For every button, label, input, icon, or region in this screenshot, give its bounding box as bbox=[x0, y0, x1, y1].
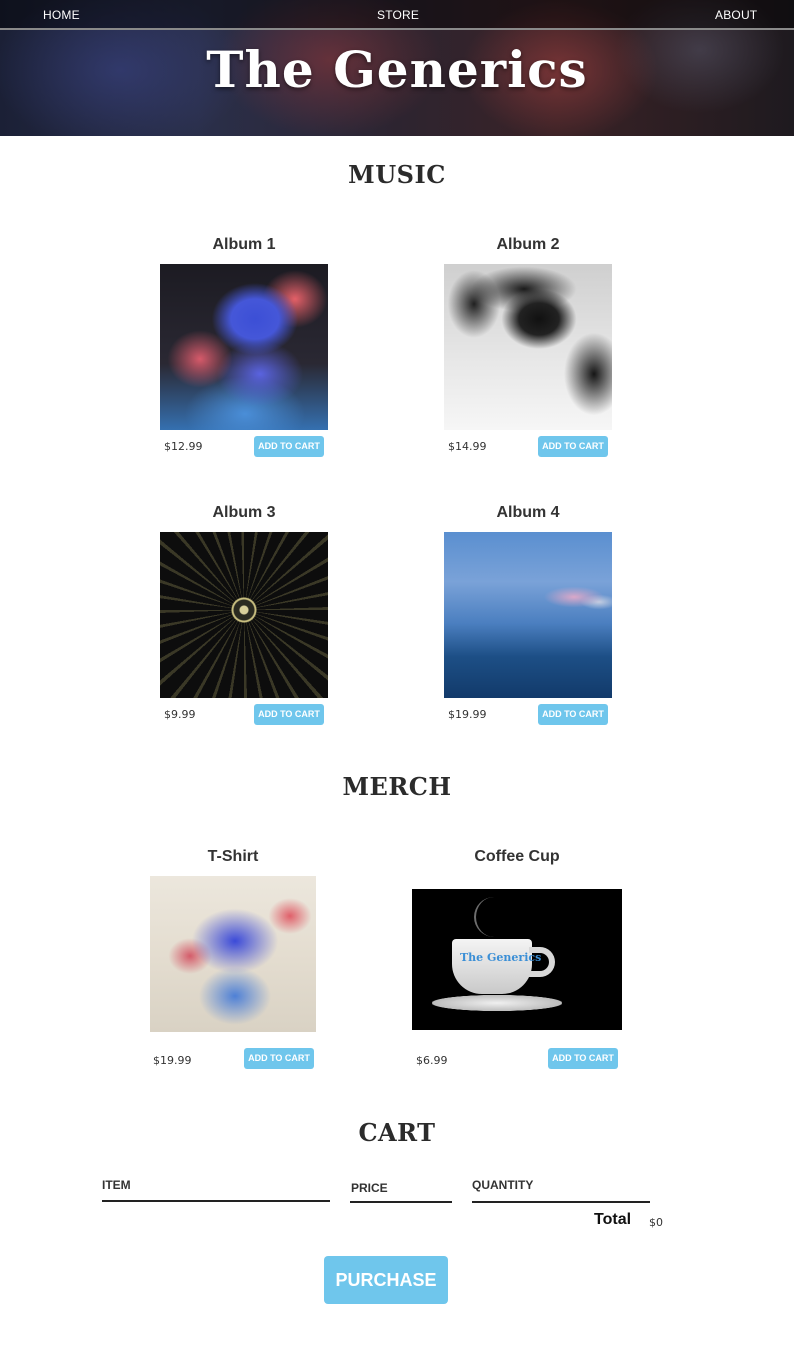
top-nav: HOME STORE ABOUT bbox=[0, 0, 794, 30]
cart-quantity-divider bbox=[472, 1201, 650, 1203]
album-4-add-to-cart-button[interactable]: ADD TO CART bbox=[538, 704, 608, 725]
steam-graphic bbox=[474, 897, 514, 937]
cart-item-header: ITEM bbox=[102, 1178, 131, 1192]
tshirt-price: $19.99 bbox=[153, 1054, 192, 1067]
cart-price-divider bbox=[350, 1201, 452, 1203]
brand-title: The Generics bbox=[206, 40, 588, 99]
tshirt-title: T-Shirt bbox=[207, 848, 259, 865]
cart-item-divider bbox=[102, 1200, 330, 1202]
tshirt-add-to-cart-button[interactable]: ADD TO CART bbox=[244, 1048, 314, 1069]
album-2-add-to-cart-button[interactable]: ADD TO CART bbox=[538, 436, 608, 457]
purchase-button[interactable]: PURCHASE bbox=[324, 1256, 448, 1304]
album-2-price: $14.99 bbox=[448, 440, 487, 453]
music-section-title: MUSIC bbox=[348, 160, 446, 189]
nav-store-link[interactable]: STORE bbox=[377, 8, 419, 22]
tshirt-image[interactable] bbox=[150, 876, 316, 1032]
cup-logo-text: The Generics bbox=[460, 951, 542, 964]
album-1-price: $12.99 bbox=[164, 440, 203, 453]
album-1-image[interactable] bbox=[160, 264, 328, 430]
header-banner: HOME STORE ABOUT The Generics bbox=[0, 0, 794, 136]
cart-total-value: $0 bbox=[649, 1216, 663, 1229]
album-4-price: $19.99 bbox=[448, 708, 487, 721]
cart-price-header: PRICE bbox=[351, 1181, 388, 1195]
album-1-add-to-cart-button[interactable]: ADD TO CART bbox=[254, 436, 324, 457]
album-1-title: Album 1 bbox=[212, 236, 276, 253]
saucer-graphic bbox=[432, 995, 562, 1011]
cart-total-label: Total bbox=[594, 1211, 632, 1228]
album-3-price: $9.99 bbox=[164, 708, 196, 721]
album-2-title: Album 2 bbox=[496, 236, 560, 253]
coffee-cup-price: $6.99 bbox=[416, 1054, 448, 1067]
merch-section-title: MERCH bbox=[342, 772, 452, 801]
coffee-cup-image[interactable]: The Generics bbox=[412, 889, 622, 1030]
cup-graphic bbox=[452, 939, 532, 994]
coffee-cup-title: Coffee Cup bbox=[474, 848, 560, 865]
album-4-image[interactable] bbox=[444, 532, 612, 698]
album-4-title: Album 4 bbox=[496, 504, 560, 521]
album-2-image[interactable] bbox=[444, 264, 612, 430]
cart-section-title: CART bbox=[358, 1118, 436, 1147]
album-3-add-to-cart-button[interactable]: ADD TO CART bbox=[254, 704, 324, 725]
nav-home-link[interactable]: HOME bbox=[43, 8, 80, 22]
coffee-cup-add-to-cart-button[interactable]: ADD TO CART bbox=[548, 1048, 618, 1069]
album-3-title: Album 3 bbox=[212, 504, 276, 521]
cart-quantity-header: QUANTITY bbox=[472, 1178, 534, 1192]
album-3-image[interactable] bbox=[160, 532, 328, 698]
nav-about-link[interactable]: ABOUT bbox=[715, 8, 757, 22]
